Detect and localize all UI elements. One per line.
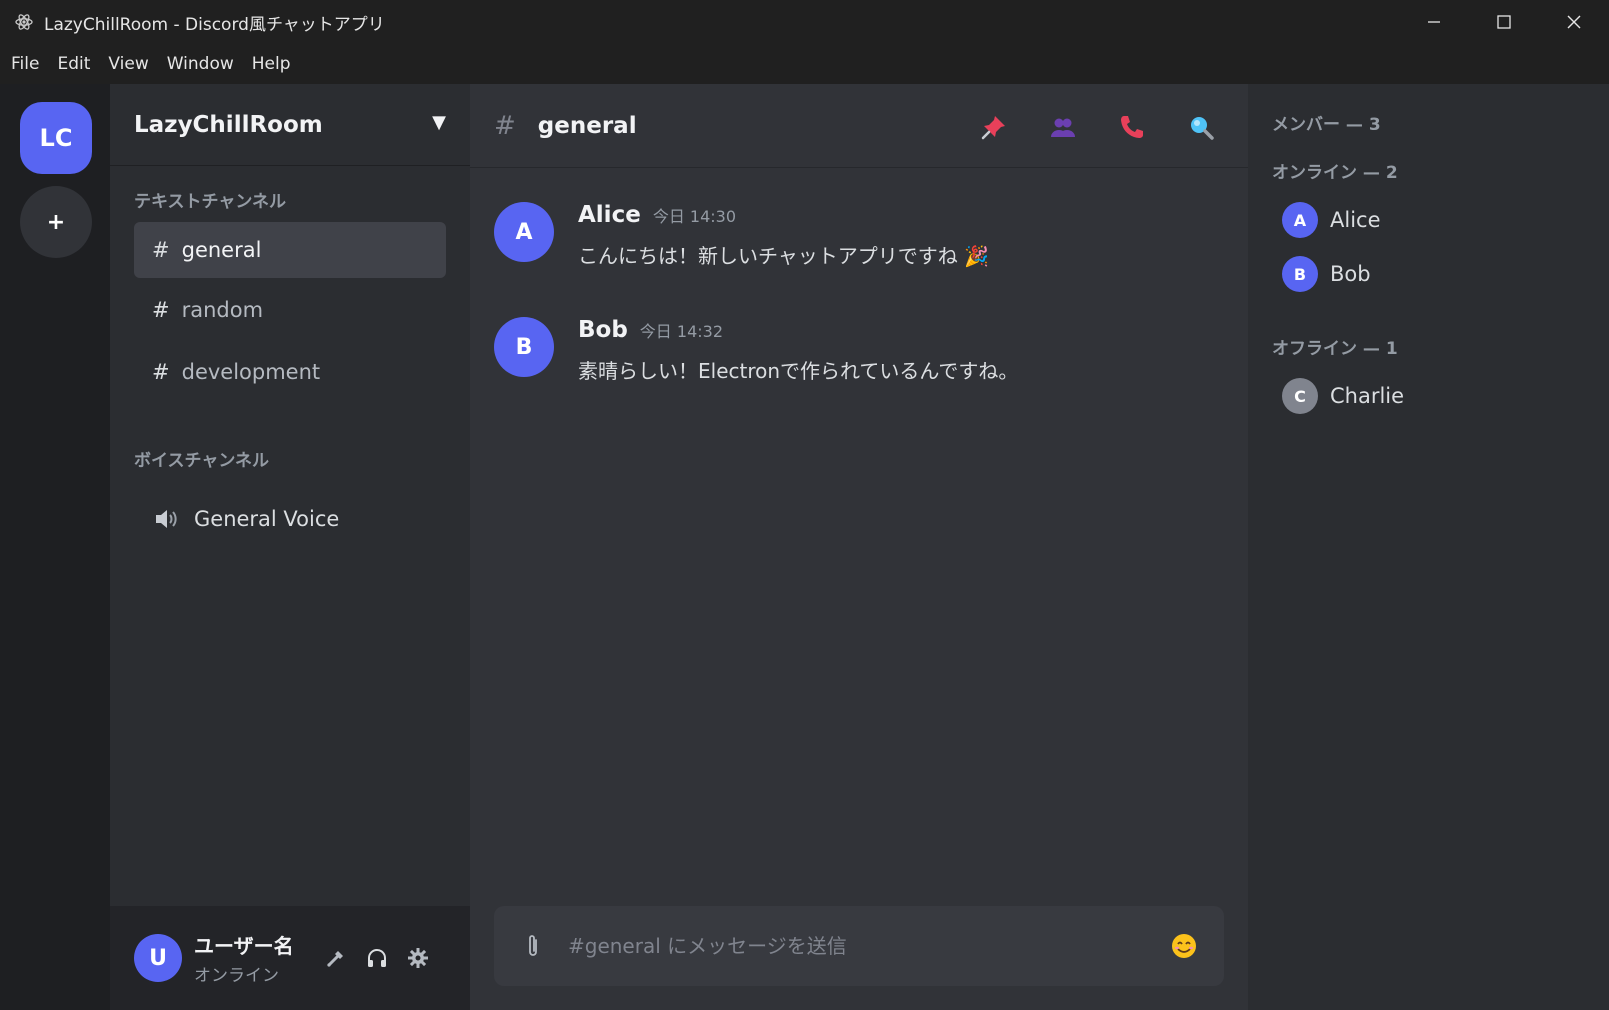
minimize-button[interactable] — [1399, 0, 1469, 44]
speaker-icon — [154, 508, 180, 530]
member-name: Bob — [1330, 262, 1371, 286]
avatar: B — [1282, 256, 1318, 292]
chat-area: # general A Alice 今日 14:30 こんにちは！新しいチャット… — [470, 84, 1248, 1010]
menu-file[interactable]: File — [2, 54, 48, 74]
member-charlie[interactable]: C Charlie — [1282, 378, 1404, 414]
call-button[interactable] — [1117, 112, 1147, 142]
menu-bar: File Edit View Window Help — [0, 44, 1609, 84]
message-header: Bob 今日 14:32 — [578, 317, 723, 343]
hash-icon: # — [494, 110, 516, 141]
close-icon — [1567, 15, 1581, 29]
online-header: オンライン — 2 — [1272, 163, 1398, 183]
menu-help[interactable]: Help — [243, 54, 300, 74]
window-title: LazyChillRoom - Discord風チャットアプリ — [44, 14, 385, 35]
member-bob[interactable]: B Bob — [1282, 256, 1371, 292]
channel-random[interactable]: # random — [134, 282, 446, 338]
message-timestamp: 今日 14:30 — [652, 207, 737, 226]
menu-window[interactable]: Window — [158, 54, 243, 74]
message-author[interactable]: Alice — [578, 202, 641, 228]
message-composer — [494, 906, 1224, 986]
maximize-button[interactable] — [1469, 0, 1539, 44]
search-button[interactable] — [1186, 112, 1216, 142]
hash-icon: # — [152, 238, 170, 262]
user-status: オンライン — [194, 966, 279, 986]
channel-general[interactable]: # general — [134, 222, 446, 278]
attach-button[interactable] — [522, 932, 544, 960]
message-text: 素晴らしい！Electronで作られているんですね。 — [578, 359, 1019, 383]
title-bar: LazyChillRoom - Discord風チャットアプリ — [0, 0, 1609, 44]
mute-button[interactable] — [322, 944, 350, 972]
message-header: Alice 今日 14:30 — [578, 202, 736, 228]
menu-edit[interactable]: Edit — [48, 54, 99, 74]
user-name: ユーザー名 — [194, 934, 294, 958]
minimize-icon — [1428, 21, 1440, 23]
emoji-button[interactable] — [1170, 932, 1198, 960]
menu-view[interactable]: View — [99, 54, 157, 74]
avatar: A — [1282, 202, 1318, 238]
avatar[interactable]: B — [494, 317, 554, 377]
channel-label: development — [181, 360, 321, 384]
search-icon — [1191, 117, 1214, 140]
members-button[interactable] — [1048, 112, 1078, 142]
message-text: こんにちは！新しいチャットアプリですね 🎉 — [578, 244, 990, 268]
text-channel-category: テキストチャンネル — [134, 192, 286, 212]
member-list: メンバー — 3 オンライン — 2 A Alice B Bob オフライン —… — [1248, 84, 1609, 1010]
member-count-header: メンバー — 3 — [1272, 115, 1381, 135]
channel-sidebar: LazyChillRoom ▼ テキストチャンネル # general # ra… — [110, 84, 470, 1010]
voice-channel-category: ボイスチャンネル — [134, 451, 269, 471]
message-input[interactable] — [568, 934, 1158, 958]
server-header[interactable]: LazyChillRoom ▼ — [110, 84, 470, 166]
avatar: C — [1282, 378, 1318, 414]
paperclip-icon — [529, 935, 537, 956]
hash-icon: # — [152, 298, 170, 322]
server-icon-lazychillroom[interactable]: LC — [20, 102, 92, 174]
chat-header: # general — [470, 84, 1248, 168]
user-info: ユーザー名 オンライン — [194, 930, 294, 986]
member-alice[interactable]: A Alice — [1282, 202, 1381, 238]
maximize-icon — [1497, 15, 1511, 29]
app-window: LazyChillRoom - Discord風チャットアプリ File Edi… — [0, 0, 1609, 1010]
electron-app-icon — [13, 11, 35, 33]
smiley-icon — [1172, 934, 1196, 958]
settings-icon — [408, 948, 428, 968]
channel-development[interactable]: # development — [134, 344, 446, 400]
pin-button[interactable] — [979, 112, 1009, 142]
close-button[interactable] — [1539, 0, 1609, 44]
server-rail: LC + — [0, 84, 110, 1010]
user-panel: U ユーザー名 オンライン — [110, 906, 470, 1010]
voice-channel-general-voice[interactable]: General Voice — [134, 494, 446, 544]
window-controls — [1399, 0, 1609, 44]
call-icon — [1121, 116, 1143, 138]
channel-label: general — [181, 238, 262, 262]
avatar[interactable]: U — [134, 934, 182, 982]
add-server-button[interactable]: + — [20, 186, 92, 258]
member-name: Charlie — [1330, 384, 1405, 408]
hash-icon: # — [152, 360, 170, 384]
avatar[interactable]: A — [494, 202, 554, 262]
deafen-button[interactable] — [363, 944, 391, 972]
pin-icon — [981, 116, 1005, 140]
chevron-down-icon[interactable]: ▼ — [432, 112, 446, 133]
headphones-icon — [368, 949, 386, 967]
settings-button[interactable] — [404, 944, 432, 972]
channel-label: random — [181, 298, 264, 322]
channel-title: general — [537, 112, 637, 139]
members-icon — [1051, 118, 1075, 137]
message-author[interactable]: Bob — [578, 317, 628, 343]
message-timestamp: 今日 14:32 — [639, 322, 723, 341]
member-name: Alice — [1330, 208, 1381, 232]
server-name: LazyChillRoom — [134, 111, 323, 138]
offline-header: オフライン — 1 — [1272, 339, 1398, 359]
mic-icon — [327, 951, 343, 967]
voice-channel-label: General Voice — [194, 507, 340, 531]
